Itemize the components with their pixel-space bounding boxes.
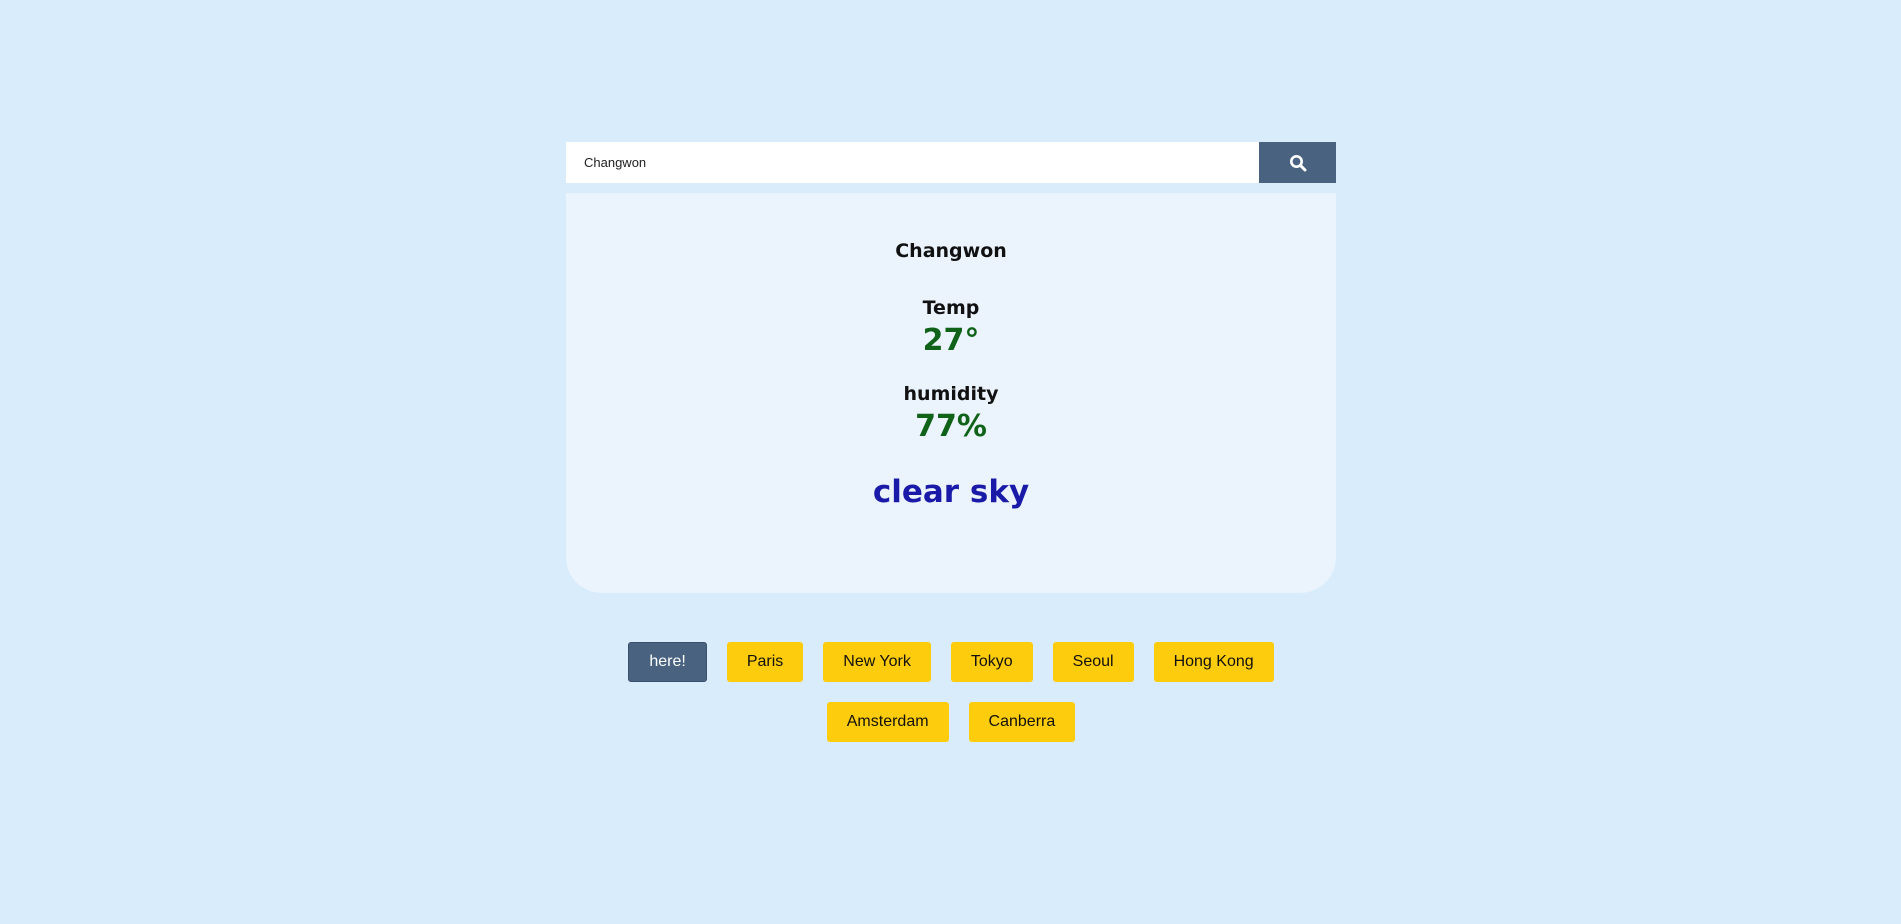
temp-value: 27°	[922, 323, 980, 358]
city-button-tokyo[interactable]: Tokyo	[950, 642, 1033, 682]
city-button-seoul[interactable]: Seoul	[1052, 642, 1134, 682]
city-name: Changwon	[895, 240, 1007, 262]
city-button-paris[interactable]: Paris	[726, 642, 804, 682]
city-button-new-york[interactable]: New York	[823, 642, 931, 682]
city-buttons: here! Paris New York Tokyo Seoul Hong Ko…	[566, 642, 1336, 742]
temp-label: Temp	[922, 297, 980, 319]
city-button-hong-kong[interactable]: Hong Kong	[1153, 642, 1274, 682]
weather-description: clear sky	[872, 474, 1030, 510]
humidity-label: humidity	[903, 383, 999, 405]
city-button-amsterdam[interactable]: Amsterdam	[826, 702, 949, 742]
weather-app: Changwon Temp 27° humidity 77% clear sky	[566, 142, 1336, 593]
search-bar	[566, 142, 1336, 183]
search-icon	[1289, 154, 1306, 171]
weather-card: Changwon Temp 27° humidity 77% clear sky	[566, 193, 1336, 593]
city-button-canberra[interactable]: Canberra	[968, 702, 1076, 742]
search-input[interactable]	[566, 142, 1259, 183]
search-button[interactable]	[1259, 142, 1336, 183]
current-location-button[interactable]: here!	[628, 642, 707, 682]
humidity-value: 77%	[915, 409, 987, 444]
